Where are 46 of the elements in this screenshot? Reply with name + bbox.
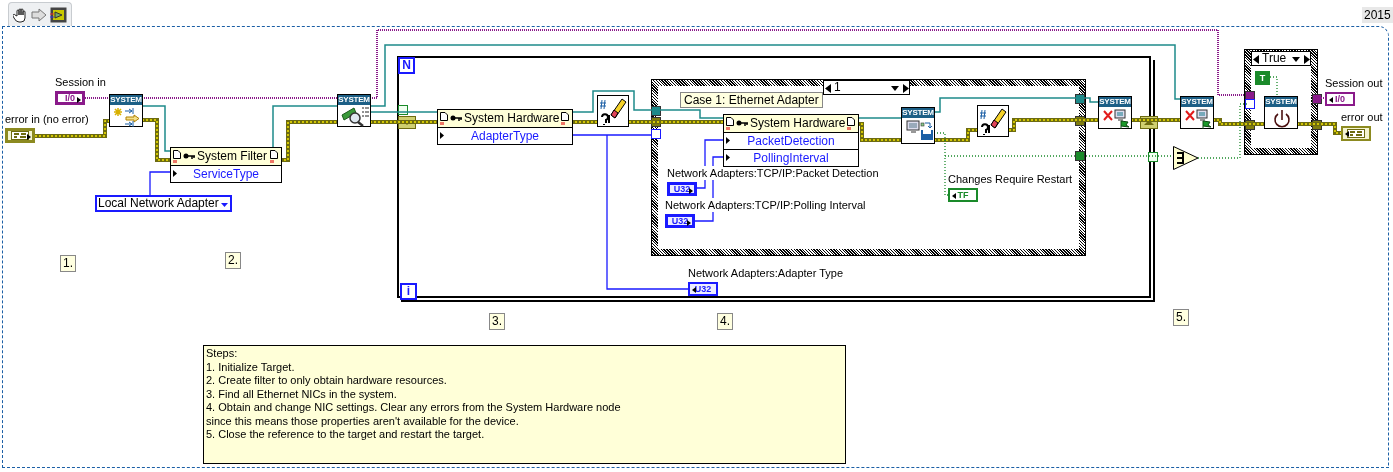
refnum-indicator: I/0 — [1325, 92, 1355, 106]
terminal-label: Changes Require Restart — [948, 172, 1073, 186]
property-name: PollingInterval — [753, 151, 829, 165]
comment-line: 5. Close the reference to the target and restart the target. — [206, 428, 486, 442]
terminal-label: Session in — [55, 75, 106, 89]
property-name: ServiceType — [193, 167, 259, 181]
boolean-indicator: TF — [948, 188, 978, 202]
terminal-label: Network Adapters:Adapter Type — [688, 266, 844, 280]
refnum-control: I/0 — [55, 91, 85, 105]
property-class: System Hardware — [750, 116, 846, 131]
step-label: 4. — [717, 313, 733, 330]
terminal-label: Network Adapters:TCP/IP:Packet Detection — [667, 166, 879, 180]
numeric-control: U32 — [667, 182, 697, 196]
node-banner: SYSTEM — [1099, 97, 1131, 107]
node-banner: SYSTEM — [110, 95, 142, 105]
enum-constant[interactable]: Local Network Adapter — [95, 195, 232, 212]
case-selector[interactable]: 1 — [823, 80, 910, 95]
property-name: AdapterType — [470, 129, 539, 143]
comment-line: Steps: — [206, 347, 239, 361]
comment-line: since this means those properties aren't available for the device. — [206, 414, 520, 428]
property-class: System Filter — [197, 149, 267, 164]
subdiagram-label: Case 1: Ethernet Adapter — [680, 92, 823, 108]
terminal-label: Session out — [1325, 76, 1383, 90]
node-banner: SYSTEM — [338, 95, 370, 105]
comment-line: 3. Find all Ethernet NICs in the system. — [206, 387, 398, 401]
count-terminal: N — [398, 57, 415, 74]
node-banner: SYSTEM — [1181, 97, 1213, 107]
step-label: 2. — [225, 252, 241, 269]
terminal-label: error in (no error) — [5, 112, 89, 126]
terminal-label: Network Adapters:TCP/IP:Polling Interval — [665, 198, 866, 212]
iteration-terminal: i — [400, 283, 417, 300]
case-selector[interactable]: True — [1251, 51, 1311, 66]
boolean-constant: T — [1255, 71, 1270, 85]
numeric-control: U32 — [665, 214, 695, 228]
comment-line: 4. Obtain and change NIC settings. Clear any errors from the System Hardware node — [206, 401, 622, 415]
terminal-label: error out — [1341, 110, 1383, 124]
node-banner: SYSTEM — [902, 108, 934, 118]
node-banner: SYSTEM — [1265, 97, 1297, 107]
comment-line: 1. Initialize Target. — [206, 360, 296, 374]
property-name: PacketDetection — [747, 134, 835, 148]
property-class: System Hardware — [464, 111, 560, 126]
version-label: 2015 — [1362, 7, 1393, 23]
step-label: 5. — [1173, 309, 1189, 326]
comment-line: 2. Create filter to only obtain hardware resources. — [206, 374, 448, 388]
step-label: 1. — [60, 255, 76, 272]
step-label: 3. — [489, 313, 505, 330]
